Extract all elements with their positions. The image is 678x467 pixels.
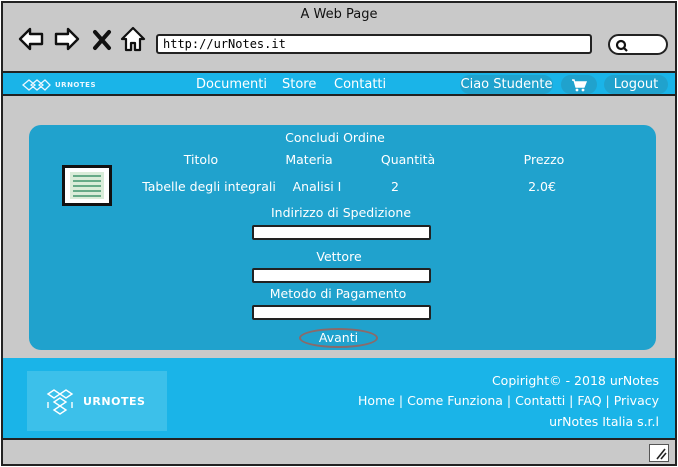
shipping-label: Indirizzo di Spedizione	[270, 205, 412, 220]
browser-window: A Web Page http://urNotes.it URNOTES Doc…	[1, 1, 677, 466]
back-arrow-icon[interactable]	[17, 25, 45, 53]
footer-logo-text: URNOTES	[83, 394, 146, 408]
footer-logo[interactable]: URNOTES	[27, 371, 167, 431]
user-greeting[interactable]: Ciao Studente	[460, 75, 553, 94]
cart-icon	[572, 79, 588, 92]
item-quantity: 2	[391, 179, 399, 194]
nav-link-documenti[interactable]: Documenti	[196, 77, 267, 92]
window-title: A Web Page	[300, 7, 378, 22]
carrier-input[interactable]	[252, 268, 431, 283]
browser-status-bar	[3, 438, 675, 464]
item-price: 2.0€	[528, 179, 556, 194]
payment-method-input[interactable]	[252, 305, 431, 320]
item-title: Tabelle degli integrali	[142, 179, 276, 194]
footer-links[interactable]: Home | Come Funziona | Contatti | FAQ | …	[358, 393, 659, 408]
navbar-logo[interactable]: URNOTES	[21, 76, 117, 94]
carrier-label: Vettore	[316, 249, 362, 264]
home-icon[interactable]	[119, 25, 147, 53]
nav-link-store[interactable]: Store	[282, 77, 316, 92]
forward-arrow-icon[interactable]	[53, 25, 81, 53]
close-x-icon[interactable]	[91, 25, 113, 53]
shipping-address-input[interactable]	[252, 225, 431, 240]
header-title: Titolo	[183, 152, 219, 167]
urnotes-logo-icon	[46, 389, 74, 415]
site-footer: URNOTES Copiright© - 2018 urNotes Home |…	[3, 358, 675, 438]
resize-grip-icon[interactable]	[649, 444, 669, 462]
payment-label: Metodo di Pagamento	[269, 286, 407, 301]
order-panel: Concludi Ordine Titolo Materia Quantità …	[29, 125, 656, 350]
order-title: Concludi Ordine	[285, 130, 385, 145]
header-subject: Materia	[285, 152, 333, 167]
logout-button[interactable]: Logout	[604, 75, 668, 94]
header-quantity: Quantità	[380, 152, 436, 167]
avanti-button[interactable]: Avanti	[299, 328, 378, 348]
document-thumbnail[interactable]	[62, 165, 112, 206]
browser-search-box[interactable]	[608, 34, 668, 55]
navbar-logo-text: URNOTES	[55, 81, 96, 89]
footer-company: urNotes Italia s.r.l	[549, 414, 659, 429]
site-navbar: URNOTES Documenti Store Contatti Ciao St…	[3, 71, 675, 96]
cart-button[interactable]	[561, 75, 597, 94]
nav-link-contatti[interactable]: Contatti	[334, 77, 386, 92]
header-price: Prezzo	[523, 152, 565, 167]
url-input[interactable]: http://urNotes.it	[156, 34, 592, 54]
urnotes-logo-icon	[21, 79, 51, 91]
search-icon	[615, 39, 628, 52]
item-subject: Analisi I	[292, 179, 342, 194]
footer-copyright: Copiright© - 2018 urNotes	[491, 373, 659, 388]
